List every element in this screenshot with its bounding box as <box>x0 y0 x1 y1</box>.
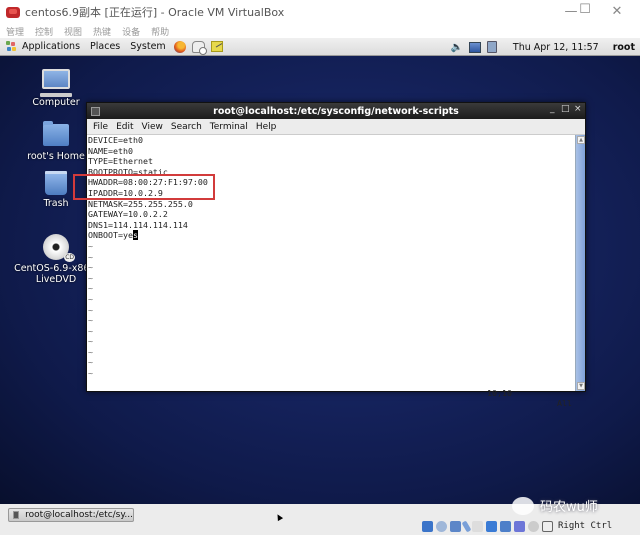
empty-line-marker: ~ <box>88 315 93 326</box>
taskbar-terminal-label: root@localhost:/etc/sy... <box>25 510 133 520</box>
config-line: DEVICE=eth0 <box>88 135 143 145</box>
menu-view[interactable]: 视图 <box>64 25 82 38</box>
empty-line-marker: ~ <box>88 283 93 294</box>
terminal-menu-file[interactable]: File <box>93 122 108 132</box>
virtualbox-app-icon <box>6 6 20 18</box>
mouse-integration-status-icon[interactable] <box>528 520 539 532</box>
system-menu[interactable]: System <box>130 41 165 52</box>
system-tray: 🔈 Thu Apr 12, 11:57 root <box>450 38 640 56</box>
terminal-menubar: File Edit View Search Terminal Help <box>87 119 585 135</box>
host-key-arrow-icon <box>542 520 553 532</box>
cd-icon <box>43 234 75 262</box>
virtualization-status-icon[interactable] <box>514 520 525 532</box>
applications-menu[interactable]: Applications <box>22 41 80 52</box>
empty-line-marker: ~ <box>88 293 93 304</box>
annotation-highlight-box <box>73 174 215 200</box>
menu-manage[interactable]: 管理 <box>6 25 24 38</box>
terminal-window[interactable]: root@localhost:/etc/sysconfig/network-sc… <box>86 102 586 409</box>
scroll-down-arrow-icon[interactable]: ▼ <box>577 382 585 390</box>
gnome-top-panel: Applications Places System 🔈 Thu Apr 12,… <box>0 38 640 56</box>
optical-status-icon[interactable] <box>436 520 447 532</box>
gnome-foot-icon <box>6 40 18 53</box>
scroll-percent: All <box>557 398 572 409</box>
empty-line-marker: ~ <box>88 262 93 273</box>
computer-icon <box>40 69 72 97</box>
terminal-menu-search[interactable]: Search <box>171 122 202 132</box>
terminal-titlebar[interactable]: root@localhost:/etc/sysconfig/network-sc… <box>87 103 585 119</box>
text-cursor: s <box>132 230 138 241</box>
config-line: DNS1=114.114.114.114 <box>88 219 188 230</box>
onboot-text: ONBOOT=ye <box>88 230 133 241</box>
scroll-up-arrow-icon[interactable]: ▲ <box>577 136 585 144</box>
terminal-menu-help[interactable]: Help <box>256 122 277 132</box>
cursor-position: 10,10 <box>487 387 512 398</box>
empty-line-marker: ~ <box>88 346 93 357</box>
trash-icon <box>45 171 67 195</box>
empty-line-marker: ~ <box>88 304 93 315</box>
taskbar-terminal-button[interactable]: root@localhost:/etc/sy... <box>8 508 134 522</box>
usb-status-icon[interactable] <box>461 519 472 533</box>
config-line: TYPE=Ethernet <box>88 156 153 167</box>
empty-line-marker: ~ <box>88 336 93 347</box>
watermark-text: 码农wu师 <box>540 500 598 515</box>
user-menu[interactable]: root <box>613 42 635 53</box>
menu-help[interactable]: 帮助 <box>151 25 169 38</box>
virtualbox-menubar: 管理 控制 视图 热键 设备 帮助 <box>0 24 640 38</box>
terminal-menu-view[interactable]: View <box>142 122 163 132</box>
empty-line-marker: ~ <box>88 240 93 251</box>
guest-desktop: Applications Places System 🔈 Thu Apr 12,… <box>0 38 640 504</box>
config-line: GATEWAY=10.0.2.2 <box>88 209 168 220</box>
close-button[interactable]: ✕ <box>606 2 628 22</box>
home-folder-icon <box>43 121 69 146</box>
display-status-icon[interactable] <box>486 520 497 532</box>
terminal-scrollbar[interactable]: ▲ ▼ <box>575 135 585 391</box>
empty-lines: ~ ~ ~ ~ ~ ~ ~ ~ ~ ~ ~ ~ ~ <box>88 241 575 379</box>
window-title: centos6.9副本 [正在运行] - Oracle VM VirtualBo… <box>25 6 285 19</box>
watermark: 码农wu师 <box>512 496 598 515</box>
terminal-icon <box>13 511 20 519</box>
terminal-title: root@localhost:/etc/sysconfig/network-sc… <box>213 105 459 117</box>
audio-status-icon[interactable] <box>450 520 461 532</box>
menu-hotkeys[interactable]: 热键 <box>93 25 111 38</box>
terminal-minimize-button[interactable]: _ <box>550 104 555 114</box>
config-line-onboot: ONBOOT=yes <box>88 230 575 241</box>
network-icon[interactable] <box>468 41 481 53</box>
empty-line-marker: ~ <box>88 325 93 336</box>
config-line: NETMASK=255.255.255.0 <box>88 198 193 209</box>
virtualbox-titlebar: centos6.9副本 [正在运行] - Oracle VM VirtualBo… <box>0 0 640 24</box>
menu-control[interactable]: 控制 <box>35 25 53 38</box>
volume-icon[interactable]: 🔈 <box>450 42 462 53</box>
empty-line-marker: ~ <box>88 251 93 262</box>
host-key-label: Right Ctrl <box>558 521 613 531</box>
terminal-menu-edit[interactable]: Edit <box>116 122 133 132</box>
evolution-icon[interactable] <box>191 40 207 55</box>
config-line: NAME=eth0 <box>88 145 133 156</box>
terminal-menu-terminal[interactable]: Terminal <box>210 122 248 132</box>
terminal-maximize-button[interactable]: □ <box>561 104 570 114</box>
places-menu[interactable]: Places <box>90 41 120 52</box>
shared-folder-status-icon[interactable] <box>472 520 483 532</box>
menu-devices[interactable]: 设备 <box>122 25 140 38</box>
terminal-close-button[interactable]: × <box>574 104 582 114</box>
virtualbox-status-bar: Right Ctrl <box>422 519 612 533</box>
wechat-icon <box>512 496 534 515</box>
empty-line-marker: ~ <box>88 272 93 283</box>
vim-status-line: 10,10 All <box>87 377 575 409</box>
notes-icon[interactable] <box>210 41 223 52</box>
firefox-icon[interactable] <box>173 40 186 53</box>
network-status-icon[interactable] <box>500 520 511 532</box>
update-icon[interactable] <box>486 41 497 53</box>
clock[interactable]: Thu Apr 12, 11:57 <box>513 42 599 53</box>
empty-line-marker: ~ <box>88 357 93 368</box>
maximize-button[interactable]: ☐ <box>574 0 596 20</box>
hdd-status-icon[interactable] <box>422 520 433 532</box>
